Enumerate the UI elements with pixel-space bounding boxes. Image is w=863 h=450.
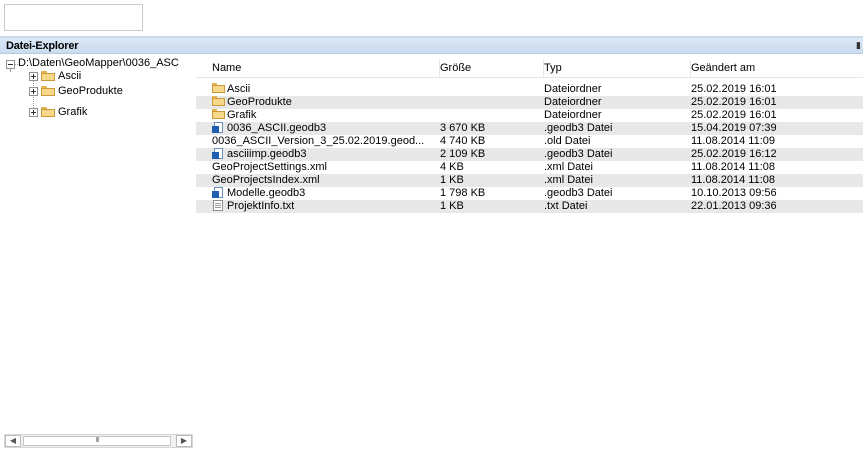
tree-horizontal-scrollbar[interactable]: ◀ III ▶ — [4, 434, 193, 448]
folder-tree: D:\Daten\GeoMapper\0036_ASC Ascii GeoPro… — [0, 55, 196, 435]
folder-icon — [212, 83, 225, 94]
file-type-cell: Dateiordner — [544, 83, 602, 95]
file-size-cell — [440, 109, 540, 122]
file-modified-cell: 25.02.2019 16:12 — [691, 148, 777, 160]
folder-icon — [41, 71, 55, 81]
panel-title: Datei-Explorer — [6, 40, 79, 52]
file-name-cell: GeoProjectSettings.xml — [212, 161, 434, 174]
table-row[interactable]: GeoProdukte Dateiordner 25.02.2019 16:01 — [196, 96, 863, 109]
file-modified-cell: 25.02.2019 16:01 — [691, 109, 777, 121]
tree-root-item[interactable]: D:\Daten\GeoMapper\0036_ASC — [18, 57, 179, 71]
folder-icon — [212, 96, 225, 107]
collapse-root-icon[interactable] — [6, 60, 15, 69]
table-row[interactable]: asciiimp.geodb3 2 109 KB .geodb3 Datei 25.0… — [196, 148, 863, 161]
file-name-text: GeoProjectSettings.xml — [212, 161, 327, 173]
expand-ascii-icon[interactable] — [29, 72, 38, 81]
table-row[interactable]: Grafik Dateiordner 25.02.2019 16:01 — [196, 109, 863, 122]
column-header-name[interactable]: Name — [196, 60, 440, 77]
scroll-left-icon[interactable]: ◀ — [5, 435, 21, 447]
file-size-cell: 3 670 KB — [440, 122, 486, 134]
file-size-cell: 1 798 KB — [440, 187, 486, 199]
file-list: Name Größe Typ Geändert am Ascii Dateiord… — [196, 55, 863, 450]
file-name-text: 0036_ASCII.geodb3 — [227, 122, 327, 134]
scroll-right-icon[interactable]: ▶ — [176, 435, 192, 447]
tree-item-geoprodukte[interactable]: GeoProdukte — [58, 85, 123, 99]
expand-grafik-icon[interactable] — [29, 108, 38, 117]
table-row[interactable]: ProjektInfo.txt 1 KB .txt Datei 22.01.2013 … — [196, 200, 863, 213]
file-type-cell: .xml Datei — [544, 161, 593, 173]
file-name-text: Ascii — [227, 83, 251, 95]
tree-item-label: Ascii — [58, 70, 82, 82]
geodb-file-icon — [212, 148, 224, 159]
tree-item-label: Grafik — [58, 106, 88, 118]
file-modified-cell: 25.02.2019 16:01 — [691, 96, 777, 108]
table-row[interactable]: 0036_ASCII.geodb3 3 670 KB .geodb3 Datei 15… — [196, 122, 863, 135]
file-size-cell — [440, 96, 540, 109]
expand-geoprodukte-icon[interactable] — [29, 87, 38, 96]
file-name-cell: GeoProdukte — [212, 96, 434, 109]
scroll-thumb[interactable]: III — [23, 436, 171, 446]
file-type-cell: .geodb3 Datei — [544, 187, 613, 199]
file-name-text: GeoProjectsIndex.xml — [212, 174, 320, 186]
file-name-cell: 0036_ASCII.geodb3 — [212, 122, 434, 135]
folder-icon — [41, 86, 55, 96]
file-name-cell: asciiimp.geodb3 — [212, 148, 434, 161]
file-type-cell: Dateiordner — [544, 109, 602, 121]
file-type-cell: .xml Datei — [544, 174, 593, 186]
file-modified-cell: 11.08.2014 11:08 — [691, 161, 776, 173]
folder-icon — [41, 107, 55, 117]
file-type-cell: Dateiordner — [544, 96, 602, 108]
file-name-cell: Modelle.geodb3 — [212, 187, 434, 200]
folder-icon — [212, 109, 225, 120]
file-type-cell: .txt Datei — [544, 200, 588, 212]
table-row[interactable]: 0036_ASCII_Version_3_25.02.2019.geod... 4… — [196, 135, 863, 148]
table-row[interactable]: GeoProjectsIndex.xml 1 KB .xml Datei 11.08.… — [196, 174, 863, 187]
file-size-cell: 4 740 KB — [440, 135, 486, 147]
file-size-cell: 1 KB — [440, 174, 464, 186]
file-name-text: asciiimp.geodb3 — [227, 148, 307, 160]
file-list-header: Name Größe Typ Geändert am — [196, 60, 863, 78]
table-row[interactable]: GeoProjectSettings.xml 4 KB .xml Datei 11.0… — [196, 161, 863, 174]
file-size-cell: 4 KB — [440, 161, 464, 173]
top-input-box[interactable] — [4, 4, 143, 31]
table-row[interactable]: Ascii Dateiordner 25.02.2019 16:01 — [196, 83, 863, 96]
tree-root-label: D:\Daten\GeoMapper\0036_ASC — [18, 57, 179, 69]
file-name-text: GeoProdukte — [227, 96, 292, 108]
file-type-cell: .geodb3 Datei — [544, 122, 613, 134]
column-header-type[interactable]: Typ — [544, 60, 691, 77]
file-type-cell: .old Datei — [544, 135, 591, 147]
tree-item-ascii[interactable]: Ascii — [58, 70, 81, 84]
file-name-cell: Grafik — [212, 109, 434, 122]
pin-icon[interactable]: ▮ — [856, 40, 861, 51]
panel-title-bar: Datei-Explorer ▮ — [0, 38, 863, 54]
file-modified-cell: 10.10.2013 09:56 — [691, 187, 777, 199]
file-name-text: Grafik — [227, 109, 257, 121]
file-name-text: ProjektInfo.txt — [227, 200, 295, 212]
file-name-cell: GeoProjectsIndex.xml — [212, 174, 434, 187]
file-name-cell: ProjektInfo.txt — [212, 200, 434, 213]
tree-item-label: GeoProdukte — [58, 85, 123, 97]
file-size-cell: 1 KB — [440, 200, 464, 212]
text-file-icon — [212, 200, 224, 211]
file-size-cell: 2 109 KB — [440, 148, 486, 160]
column-header-size[interactable]: Größe — [440, 60, 544, 77]
file-modified-cell: 11.08.2014 11:09 — [691, 135, 776, 147]
file-name-text: Modelle.geodb3 — [227, 187, 306, 199]
file-name-cell: Ascii — [212, 83, 434, 96]
file-modified-cell: 22.01.2013 09:36 — [691, 200, 777, 212]
tree-item-grafik[interactable]: Grafik — [58, 106, 87, 120]
file-modified-cell: 15.04.2019 07:39 — [691, 122, 777, 134]
file-type-cell: .geodb3 Datei — [544, 148, 613, 160]
file-size-cell — [440, 83, 540, 96]
column-header-modified[interactable]: Geändert am — [691, 60, 863, 77]
table-row[interactable]: Modelle.geodb3 1 798 KB .geodb3 Datei 10.10… — [196, 187, 863, 200]
file-name-text: 0036_ASCII_Version_3_25.02.2019.geod... — [212, 135, 425, 147]
file-modified-cell: 11.08.2014 11:08 — [691, 174, 776, 186]
file-modified-cell: 25.02.2019 16:01 — [691, 83, 777, 95]
geodb-file-icon — [212, 122, 224, 133]
file-name-cell: 0036_ASCII_Version_3_25.02.2019.geod... — [212, 135, 434, 148]
geodb-file-icon — [212, 187, 224, 198]
